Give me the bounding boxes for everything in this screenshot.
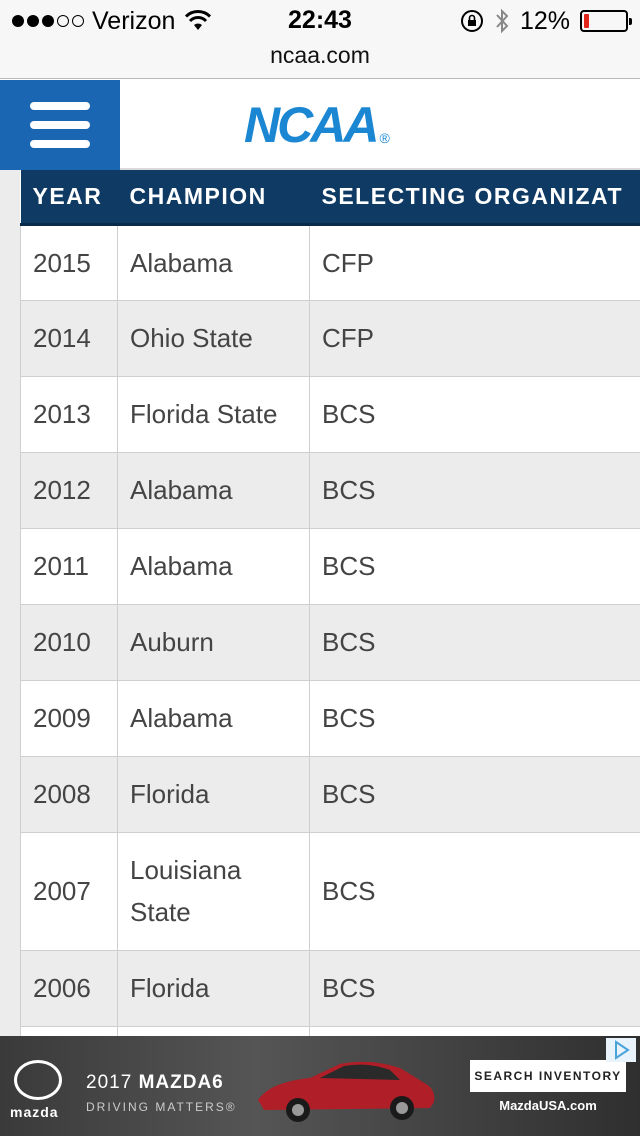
- cell-champion: Alabama: [117, 451, 310, 529]
- site-header: NCAA ®: [0, 80, 640, 170]
- menu-line-icon: [30, 121, 90, 129]
- table-row: 2006 Florida BCS: [20, 949, 640, 1027]
- cell-organization: [309, 1025, 640, 1036]
- cell-year: 2009: [20, 679, 118, 757]
- cell-organization: BCS: [309, 679, 640, 757]
- cell-organization: BCS: [309, 451, 640, 529]
- ad-headline: 2017 MAZDA6: [86, 1072, 224, 1094]
- address-bar[interactable]: ncaa.com: [0, 42, 640, 79]
- carrier-name: Verizon: [92, 6, 176, 35]
- cell-champion: Florida State: [117, 375, 310, 453]
- column-header-year: YEAR: [20, 170, 118, 226]
- logo-text: NCAA: [244, 97, 379, 153]
- search-inventory-button[interactable]: SEARCH INVENTORY: [470, 1060, 626, 1092]
- cell-year: 2006: [20, 949, 118, 1027]
- cell-organization: BCS: [309, 603, 640, 681]
- champions-table: YEAR CHAMPION SELECTING ORGANIZAT 2015 A…: [20, 170, 640, 1036]
- page-gutter: [0, 170, 20, 1036]
- signal-strength-icon: [12, 15, 84, 27]
- cell-champion: Auburn: [117, 603, 310, 681]
- menu-line-icon: [30, 140, 90, 148]
- table-row: 2010 Auburn BCS: [20, 603, 640, 681]
- table-row: 2007 Louisiana State BCS: [20, 831, 640, 951]
- cell-champion: Florida: [117, 949, 310, 1027]
- cell-organization: BCS: [309, 527, 640, 605]
- logo-registered-mark: ®: [379, 130, 390, 146]
- cell-organization: CFP: [309, 299, 640, 377]
- cell-champion: Alabama: [117, 679, 310, 757]
- battery-level: [584, 14, 589, 28]
- cell-champion: Louisiana State: [117, 831, 310, 951]
- cell-champion: Florida: [117, 755, 310, 833]
- table-header-row: YEAR CHAMPION SELECTING ORGANIZAT: [20, 170, 640, 226]
- adchoices-icon[interactable]: [606, 1038, 636, 1062]
- cell-year: 2012: [20, 451, 118, 529]
- ad-model: MAZDA6: [138, 1072, 224, 1093]
- cell-champion: [117, 1025, 310, 1036]
- ncaa-logo[interactable]: NCAA ®: [244, 100, 390, 150]
- ad-tagline: DRIVING MATTERS®: [86, 1100, 237, 1114]
- table-row: 2011 Alabama BCS: [20, 527, 640, 605]
- cell-organization: BCS: [309, 375, 640, 453]
- cell-organization: CFP: [309, 223, 640, 301]
- table-row: 2008 Florida BCS: [20, 755, 640, 833]
- cell-champion: Alabama: [117, 223, 310, 301]
- battery-icon: [580, 10, 632, 32]
- cell-year: 2008: [20, 755, 118, 833]
- table-row: 2012 Alabama BCS: [20, 451, 640, 529]
- column-header-selecting-organization: SELECTING ORGANIZAT: [309, 170, 640, 226]
- status-left: Verizon: [12, 6, 212, 36]
- cell-year: 2011: [20, 527, 118, 605]
- status-right: 12%: [460, 6, 632, 36]
- cell-year: 2015: [20, 223, 118, 301]
- table-row: [20, 1025, 640, 1036]
- table-row: 2013 Florida State BCS: [20, 375, 640, 453]
- cell-champion: Ohio State: [117, 299, 310, 377]
- cell-organization: BCS: [309, 755, 640, 833]
- hamburger-menu-button[interactable]: [0, 80, 120, 170]
- table-row: 2015 Alabama CFP: [20, 223, 640, 301]
- cell-year: 2014: [20, 299, 118, 377]
- battery-percent: 12%: [519, 6, 570, 35]
- ad-year: 2017: [86, 1072, 133, 1093]
- cell-year: 2007: [20, 831, 118, 951]
- cell-organization: BCS: [309, 831, 640, 951]
- menu-line-icon: [30, 102, 90, 110]
- bluetooth-icon: [496, 8, 509, 34]
- status-bar: Verizon 22:43 12%: [0, 0, 640, 42]
- table-row: 2009 Alabama BCS: [20, 679, 640, 757]
- ad-brand-name: mazda: [10, 1104, 59, 1120]
- column-header-champion: CHAMPION: [117, 170, 310, 226]
- cell-organization: BCS: [309, 949, 640, 1027]
- rotation-lock-icon: [460, 10, 483, 32]
- mazda-ad-banner[interactable]: mazda 2017 MAZDA6 DRIVING MATTERS® SEARC…: [0, 1036, 640, 1136]
- mazda-logo-icon: [14, 1060, 62, 1100]
- table-row: 2014 Ohio State CFP: [20, 299, 640, 377]
- wifi-icon: [185, 10, 212, 30]
- ad-url-link[interactable]: MazdaUSA.com: [470, 1098, 626, 1113]
- page-content: YEAR CHAMPION SELECTING ORGANIZAT 2015 A…: [0, 170, 640, 1036]
- cell-year: 2013: [20, 375, 118, 453]
- cell-year: [20, 1025, 118, 1036]
- car-image-icon: [258, 1061, 435, 1122]
- cell-year: 2010: [20, 603, 118, 681]
- cell-champion: Alabama: [117, 527, 310, 605]
